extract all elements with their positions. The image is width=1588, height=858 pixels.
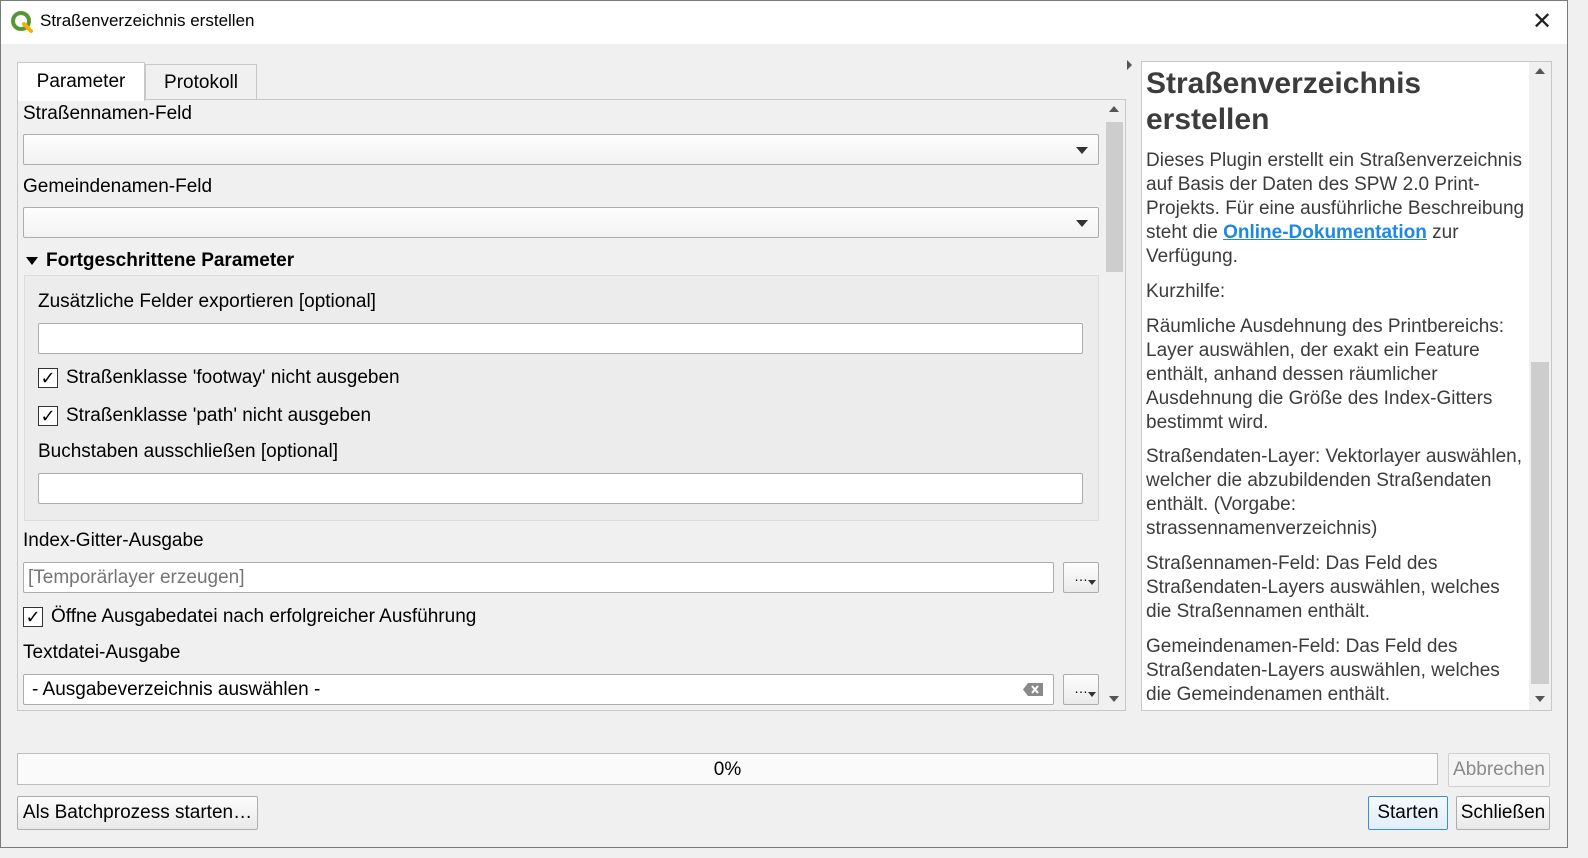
text-output-browse-button[interactable]: … [1063,674,1099,705]
grid-output-browse-button[interactable]: … [1063,562,1099,593]
help-paragraph: Räumliche Ausdehnung des Printbereichs: … [1146,316,1505,433]
text-output-value: - Ausgabeverzeichnis auswählen - [32,679,321,700]
help-kurzhilfe: Kurzhilfe: [1146,281,1226,302]
path-checkbox[interactable]: ✓ [38,406,58,426]
scroll-down-icon[interactable] [1535,696,1545,702]
chevron-down-icon [1076,220,1088,227]
text-output-label: Textdatei-Ausgabe [23,642,181,663]
dropdown-arrow-icon [1088,580,1096,585]
text-output-input[interactable]: - Ausgabeverzeichnis auswählen - [23,674,1054,705]
extra-fields-input[interactable] [38,323,1083,354]
collapse-triangle-icon[interactable] [26,257,38,265]
qgis-logo-icon [11,11,33,33]
help-paragraph: Straßendaten-Layer: Vektorlayer auswähle… [1146,446,1522,539]
progress-text: 0% [713,759,742,780]
scroll-up-icon[interactable] [1109,106,1119,112]
close-icon[interactable]: ✕ [1522,6,1562,38]
scroll-down-icon[interactable] [1109,696,1119,702]
online-docs-link[interactable]: Online-Dokumentation [1223,222,1427,243]
extra-fields-label: Zusätzliche Felder exportieren [optional… [38,291,376,312]
open-output-checkbox[interactable]: ✓ [23,607,43,627]
open-output-label: Öffne Ausgabedatei nach erfolgreicher Au… [51,606,477,627]
batch-process-button[interactable]: Als Batchprozess starten… [17,796,258,830]
footway-checkbox[interactable]: ✓ [38,368,58,388]
tab-protokoll[interactable]: Protokoll [145,64,257,100]
advanced-parameters-header[interactable]: Fortgeschrittene Parameter [46,250,294,272]
scroll-up-icon[interactable] [1535,68,1545,74]
grid-output-input[interactable] [23,562,1054,593]
window-title: Straßenverzeichnis erstellen [40,11,255,30]
street-field-combo[interactable] [23,134,1099,165]
help-paragraph: Gemeindenamen-Feld: Das Feld des Straßen… [1146,636,1500,705]
tab-parameter[interactable]: Parameter [17,62,145,101]
close-button[interactable]: Schließen [1456,796,1550,830]
scrollbar-thumb[interactable] [1106,122,1123,272]
progress-bar: 0% [17,753,1438,785]
exclude-letters-label: Buchstaben ausschließen [optional] [38,441,338,462]
help-intro: Dieses Plugin erstellt ein Straßenverzei… [1146,149,1526,269]
grid-output-label: Index-Gitter-Ausgabe [23,530,204,551]
start-button[interactable]: Starten [1368,796,1448,830]
chevron-down-icon [1076,147,1088,154]
dropdown-arrow-icon [1088,692,1096,697]
help-title: Straßenverzeichnis erstellen [1146,67,1422,136]
clear-icon[interactable] [1022,682,1044,697]
path-label: Straßenklasse 'path' nicht ausgeben [66,405,372,426]
splitter-arrow-icon[interactable] [1127,60,1132,70]
street-field-label: Straßennamen-Feld [23,103,192,124]
municipality-field-label: Gemeindenamen-Feld [23,176,213,197]
scrollbar-thumb[interactable] [1531,362,1549,684]
exclude-letters-input[interactable] [38,473,1083,504]
cancel-button[interactable]: Abbrechen [1448,753,1550,787]
help-paragraph: Straßennamen-Feld: Das Feld des Straßend… [1146,553,1500,622]
municipality-field-combo[interactable] [23,207,1099,238]
footway-label: Straßenklasse 'footway' nicht ausgeben [66,367,400,388]
ellipsis-icon: … [1074,568,1088,584]
ellipsis-icon: … [1074,680,1088,696]
